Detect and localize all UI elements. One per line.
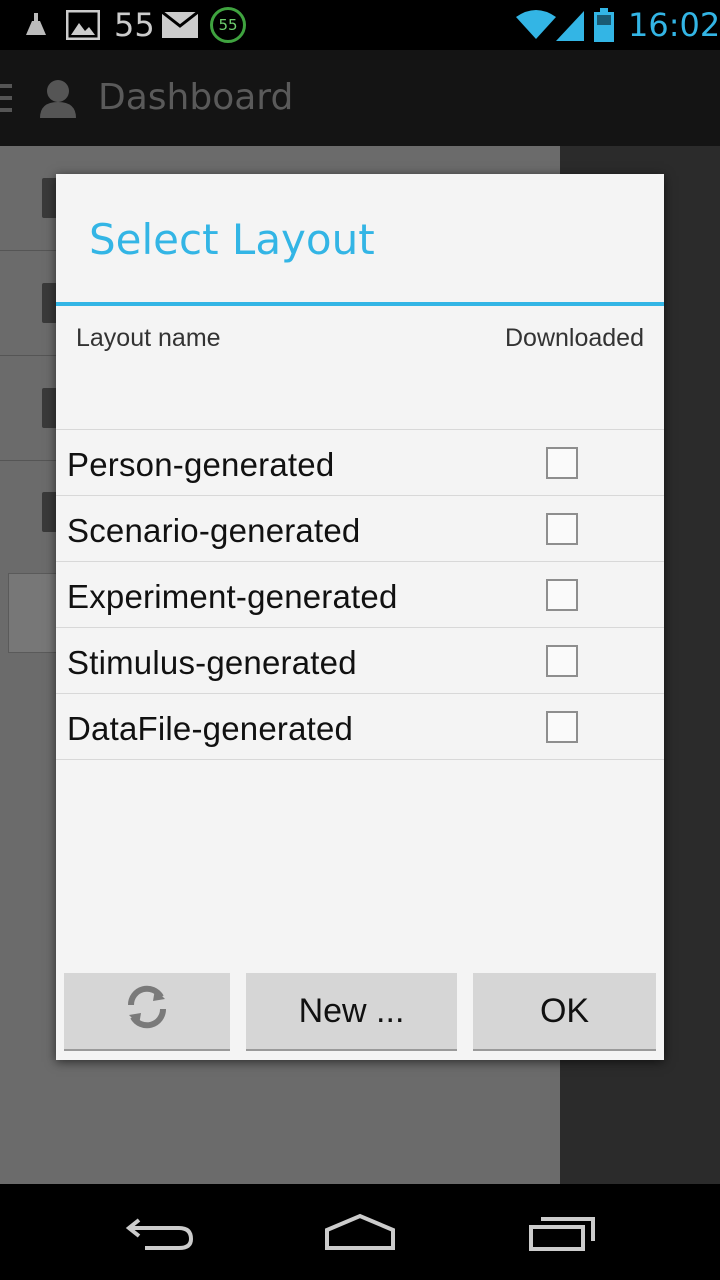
ok-button[interactable]: OK <box>473 973 656 1051</box>
table-row[interactable]: Experiment-generated <box>56 562 664 628</box>
layout-name: Stimulus-generated <box>67 644 357 681</box>
battery-icon <box>594 0 614 50</box>
downloaded-checkbox[interactable] <box>546 645 578 677</box>
downloaded-checkbox[interactable] <box>546 579 578 611</box>
navigation-bar <box>0 1184 720 1280</box>
timer-badge-number: 55 <box>210 7 246 43</box>
home-icon[interactable] <box>290 1184 430 1280</box>
back-icon[interactable] <box>90 1184 230 1280</box>
table-row[interactable]: Scenario-generated <box>56 496 664 562</box>
recents-icon[interactable] <box>492 1184 632 1280</box>
table-row[interactable]: DataFile-generated <box>56 694 664 760</box>
layout-name: Scenario-generated <box>67 512 361 549</box>
layout-name: Person-generated <box>67 446 335 483</box>
select-layout-dialog: Select Layout Layout name Downloaded Per… <box>56 174 664 1060</box>
column-header-downloaded: Downloaded <box>505 324 644 352</box>
layout-name: Experiment-generated <box>67 578 398 615</box>
image-icon <box>66 0 100 50</box>
table-row[interactable]: Stimulus-generated <box>56 628 664 694</box>
title-divider <box>56 302 664 306</box>
downloaded-checkbox[interactable] <box>546 711 578 743</box>
refresh-button[interactable] <box>64 973 230 1051</box>
downloaded-checkbox[interactable] <box>546 513 578 545</box>
table-row[interactable]: Person-generated <box>56 430 664 496</box>
person-icon[interactable] <box>38 78 78 122</box>
drawer-icon[interactable] <box>0 84 12 118</box>
action-bar: Dashboard <box>0 50 720 146</box>
refresh-icon <box>123 983 171 1040</box>
timer-badge-icon: 55 <box>210 0 246 50</box>
layout-list: Person-generated Scenario-generated Expe… <box>56 430 664 760</box>
column-header-layout-name: Layout name <box>76 324 221 352</box>
notification-count: 55 <box>114 6 155 44</box>
layout-name: DataFile-generated <box>67 710 354 747</box>
mail-icon <box>162 0 198 50</box>
clock: 16:02 <box>628 6 720 44</box>
dialog-title: Select Layout <box>89 215 375 264</box>
downloaded-checkbox[interactable] <box>546 447 578 479</box>
new-layout-button[interactable]: New ... <box>246 973 457 1051</box>
wifi-icon <box>516 0 556 50</box>
cleaner-icon <box>22 0 50 50</box>
signal-icon <box>556 0 584 50</box>
status-bar: 55 55 16:02 <box>0 0 720 50</box>
action-bar-title: Dashboard <box>98 77 294 118</box>
